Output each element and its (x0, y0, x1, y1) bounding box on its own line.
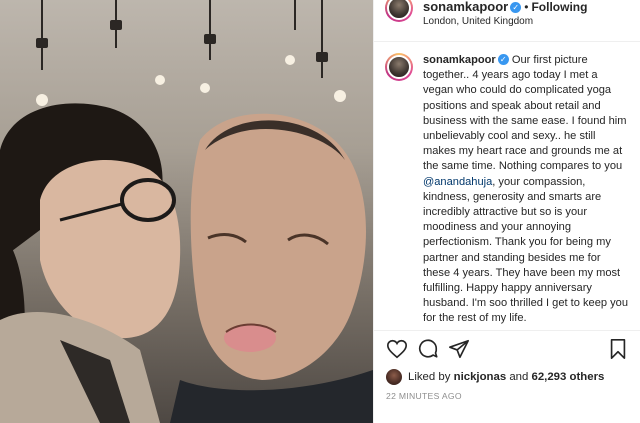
bookmark-icon[interactable] (607, 338, 629, 360)
likes-row: Liked by nickjonas and 62,293 others (386, 369, 629, 385)
couple-selfie-image (0, 0, 373, 423)
share-icon[interactable] (448, 338, 470, 360)
caption-text: sonamkapoor ✓ Our first picture together.… (423, 53, 630, 327)
separator-dot: • (524, 0, 529, 14)
caption-author-avatar[interactable] (385, 53, 413, 81)
location-link[interactable]: London, United Kingdom (423, 15, 587, 29)
liked-by-username[interactable]: nickjonas (454, 371, 507, 383)
author-username[interactable]: sonamkapoor (423, 0, 508, 14)
comment-icon[interactable] (417, 338, 439, 360)
following-button[interactable]: Following (531, 0, 587, 14)
post-timestamp[interactable]: 22 MINUTES AGO (386, 391, 629, 401)
action-icons-row (386, 337, 629, 361)
post-sidebar: sonamkapoor ✓ • Following London, United Ki… (373, 0, 640, 423)
caption-body: Our first picture together.. 4 years ago… (423, 54, 627, 173)
instagram-post: sonamkapoor ✓ • Following London, United Ki… (0, 0, 640, 423)
likes-count[interactable]: 62,293 others (532, 371, 605, 383)
caption-verified-badge-icon: ✓ (497, 54, 509, 65)
liker-avatar[interactable] (386, 369, 402, 385)
caption-mention-link[interactable]: @anandahuja (423, 176, 492, 188)
caption-block: sonamkapoor ✓ Our first picture together.… (374, 42, 640, 327)
post-actions: Liked by nickjonas and 62,293 others 22 … (374, 330, 640, 423)
verified-badge-icon: ✓ (510, 2, 522, 13)
caption-body-rest: , your compassion, kindness, generosity … (423, 175, 629, 325)
caption-username[interactable]: sonamkapoor (423, 54, 496, 66)
heart-icon[interactable] (386, 338, 408, 360)
likes-prefix: Liked by (408, 371, 451, 383)
post-header: sonamkapoor ✓ • Following London, United Ki… (374, 0, 640, 42)
likes-text[interactable]: Liked by nickjonas and 62,293 others (408, 371, 604, 383)
author-avatar[interactable] (385, 0, 413, 22)
likes-joiner: and (509, 371, 529, 383)
post-photo[interactable] (0, 0, 373, 423)
